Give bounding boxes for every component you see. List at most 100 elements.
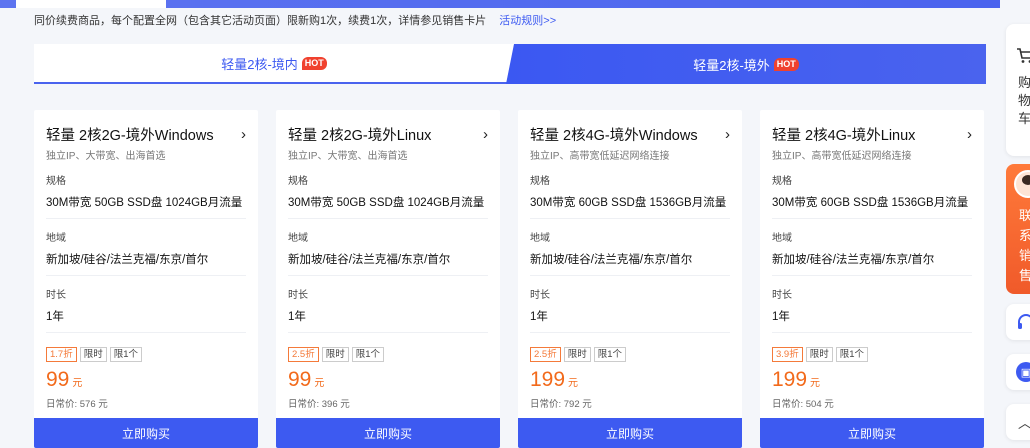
- badge-row: 1.7折 限时 限1个: [46, 347, 246, 362]
- buy-now-button[interactable]: 立即购买: [276, 418, 500, 448]
- price-unit: 元: [568, 378, 579, 389]
- discount-badge: 2.5折: [530, 347, 561, 362]
- card-subtitle: 独立IP、高带宽低延迟网络连接: [530, 151, 670, 162]
- regular-price: 日常价: 396 元: [288, 399, 350, 410]
- spec-value: 30M带宽 60GB SSD盘 1536GB月流量: [530, 194, 730, 219]
- card-subtitle: 独立IP、高带宽低延迟网络连接: [772, 151, 912, 162]
- regular-price: 日常价: 792 元: [530, 399, 592, 410]
- headset-icon: [1018, 314, 1030, 329]
- activity-rules-link[interactable]: 活动规则>>: [499, 15, 556, 27]
- discount-badge: 1.7折: [46, 347, 77, 362]
- customer-service-button[interactable]: [1006, 304, 1030, 340]
- tab-overseas-label: 轻量2核-境外: [693, 57, 770, 73]
- spec-value: 30M带宽 50GB SSD盘 1024GB月流量: [46, 194, 246, 219]
- limited-time-badge: 限时: [563, 347, 591, 362]
- price-row: 99 元: [46, 368, 246, 392]
- region-label: 地域: [772, 233, 792, 244]
- price-unit: 元: [72, 378, 83, 389]
- price-unit: 元: [810, 378, 821, 389]
- buy-now-button[interactable]: 立即购买: [34, 418, 258, 448]
- region-value[interactable]: 新加坡/硅谷/法兰克福/东京/首尔: [530, 251, 730, 276]
- badge-row: 2.5折 限时 限1个: [288, 347, 488, 362]
- duration-value[interactable]: 1年: [288, 308, 488, 333]
- limit-one-badge: 限1个: [593, 347, 627, 362]
- tab-overseas[interactable]: 轻量2核-境外 HOT: [506, 44, 986, 84]
- price-value: 199: [772, 368, 808, 391]
- duration-label: 时长: [46, 290, 66, 301]
- region-label: 地域: [530, 233, 550, 244]
- cart-label: 购物车: [1018, 75, 1030, 126]
- discount-badge: 2.5折: [288, 347, 319, 362]
- duration-value[interactable]: 1年: [530, 308, 730, 333]
- duration-value[interactable]: 1年: [46, 308, 246, 333]
- discount-badge: 3.9折: [772, 347, 803, 362]
- shopping-cart-button[interactable]: 购物车: [1006, 24, 1030, 156]
- card-title: 轻量 2核4G-境外Linux: [772, 127, 916, 144]
- duration-value[interactable]: 1年: [772, 308, 972, 333]
- badge-row: 3.9折 限时 限1个: [772, 347, 972, 362]
- buy-now-button[interactable]: 立即购买: [518, 418, 742, 448]
- card-title: 轻量 2核2G-境外Linux: [288, 127, 432, 144]
- regular-price: 日常价: 504 元: [772, 399, 834, 410]
- chevron-right-icon[interactable]: ›: [483, 126, 488, 143]
- spec-label: 规格: [530, 176, 550, 187]
- chevron-right-icon[interactable]: ›: [725, 126, 730, 143]
- limit-one-badge: 限1个: [351, 347, 385, 362]
- hot-badge: HOT: [773, 57, 799, 71]
- top-banner-stripe: [0, 0, 1000, 8]
- price-row: 99 元: [288, 368, 488, 392]
- limit-one-badge: 限1个: [835, 347, 869, 362]
- limited-time-badge: 限时: [321, 347, 349, 362]
- product-card: 轻量 2核4G-境外Linux › 独立IP、高带宽低延迟网络连接 规格 30M…: [760, 110, 984, 448]
- limited-time-badge: 限时: [79, 347, 107, 362]
- card-subtitle: 独立IP、大带宽、出海首选: [288, 151, 408, 162]
- price-row: 199 元: [530, 368, 730, 392]
- contact-sales-button[interactable]: 联系销售: [1006, 164, 1030, 294]
- region-value[interactable]: 新加坡/硅谷/法兰克福/东京/首尔: [288, 251, 488, 276]
- product-card: 轻量 2核4G-境外Windows › 独立IP、高带宽低延迟网络连接 规格 3…: [518, 110, 742, 448]
- product-cards: 轻量 2核2G-境外Windows › 独立IP、大带宽、出海首选 规格 30M…: [34, 110, 986, 448]
- product-card: 轻量 2核2G-境外Linux › 独立IP、大带宽、出海首选 规格 30M带宽…: [276, 110, 500, 448]
- limited-time-badge: 限时: [805, 347, 833, 362]
- price-unit: 元: [314, 378, 325, 389]
- tab-domestic-label: 轻量2核-境内: [221, 56, 298, 72]
- spec-label: 规格: [46, 176, 66, 187]
- chevron-right-icon[interactable]: ›: [241, 126, 246, 143]
- badge-row: 2.5折 限时 限1个: [530, 347, 730, 362]
- product-tabs: 轻量2核-境内 HOT 轻量2核-境外 HOT: [34, 44, 986, 84]
- buy-now-button[interactable]: 立即购买: [760, 418, 984, 448]
- price-row: 199 元: [772, 368, 972, 392]
- duration-label: 时长: [530, 290, 550, 301]
- card-subtitle: 独立IP、大带宽、出海首选: [46, 151, 166, 162]
- price-value: 99: [46, 368, 70, 391]
- price-value: 99: [288, 368, 312, 391]
- notice-text: 同价续费商品，每个配置全网（包含其它活动页面）限新购1次，续费1次，详情参见销售…: [34, 15, 487, 27]
- region-value[interactable]: 新加坡/硅谷/法兰克福/东京/首尔: [772, 251, 972, 276]
- cart-icon: [1017, 48, 1030, 63]
- top-banner-gap: [16, 0, 166, 8]
- chevron-up-icon: ︿: [1018, 415, 1030, 431]
- sales-avatar: [1014, 170, 1030, 198]
- chevron-right-icon[interactable]: ›: [967, 126, 972, 143]
- tab-domestic[interactable]: 轻量2核-境内 HOT: [34, 44, 514, 84]
- spec-value: 30M带宽 50GB SSD盘 1024GB月流量: [288, 194, 488, 219]
- duration-label: 时长: [772, 290, 792, 301]
- contact-sales-label: 联系销售: [1019, 208, 1030, 283]
- hot-badge: HOT: [301, 56, 327, 70]
- region-label: 地域: [288, 233, 308, 244]
- product-card: 轻量 2核2G-境外Windows › 独立IP、大带宽、出海首选 规格 30M…: [34, 110, 258, 448]
- gift-icon: ▣: [1016, 362, 1030, 382]
- spec-label: 规格: [772, 176, 792, 187]
- spec-value: 30M带宽 60GB SSD盘 1536GB月流量: [772, 194, 972, 219]
- card-title: 轻量 2核4G-境外Windows: [530, 127, 698, 144]
- limit-one-badge: 限1个: [109, 347, 143, 362]
- spec-label: 规格: [288, 176, 308, 187]
- notice-bar: 同价续费商品，每个配置全网（包含其它活动页面）限新购1次，续费1次，详情参见销售…: [34, 12, 556, 28]
- region-label: 地域: [46, 233, 66, 244]
- price-value: 199: [530, 368, 566, 391]
- promotion-button[interactable]: ▣: [1006, 354, 1030, 390]
- card-title: 轻量 2核2G-境外Windows: [46, 127, 214, 144]
- back-to-top-button[interactable]: ︿: [1006, 404, 1030, 440]
- region-value[interactable]: 新加坡/硅谷/法兰克福/东京/首尔: [46, 251, 246, 276]
- duration-label: 时长: [288, 290, 308, 301]
